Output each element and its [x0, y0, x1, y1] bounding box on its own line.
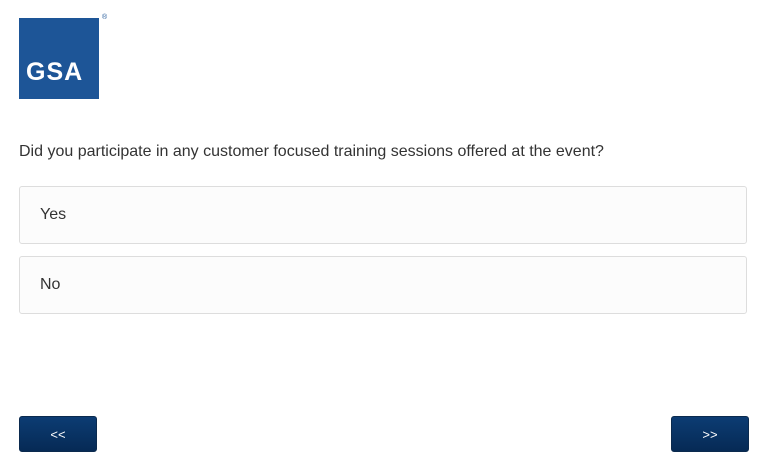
next-button[interactable]: >>	[671, 416, 749, 452]
previous-button[interactable]: <<	[19, 416, 97, 452]
registered-mark: ®	[102, 14, 108, 21]
gsa-logo: GSA	[19, 18, 99, 99]
answer-option-label: Yes	[40, 206, 67, 223]
gsa-logo-text: GSA	[26, 58, 84, 86]
answer-option-yes[interactable]: Yes	[19, 186, 747, 244]
answer-option-label: No	[40, 276, 61, 293]
answer-option-no[interactable]: No	[19, 256, 747, 314]
question-text: Did you participate in any customer focu…	[19, 143, 604, 160]
survey-page: GSA ® Did you participate in any custome…	[0, 0, 776, 470]
